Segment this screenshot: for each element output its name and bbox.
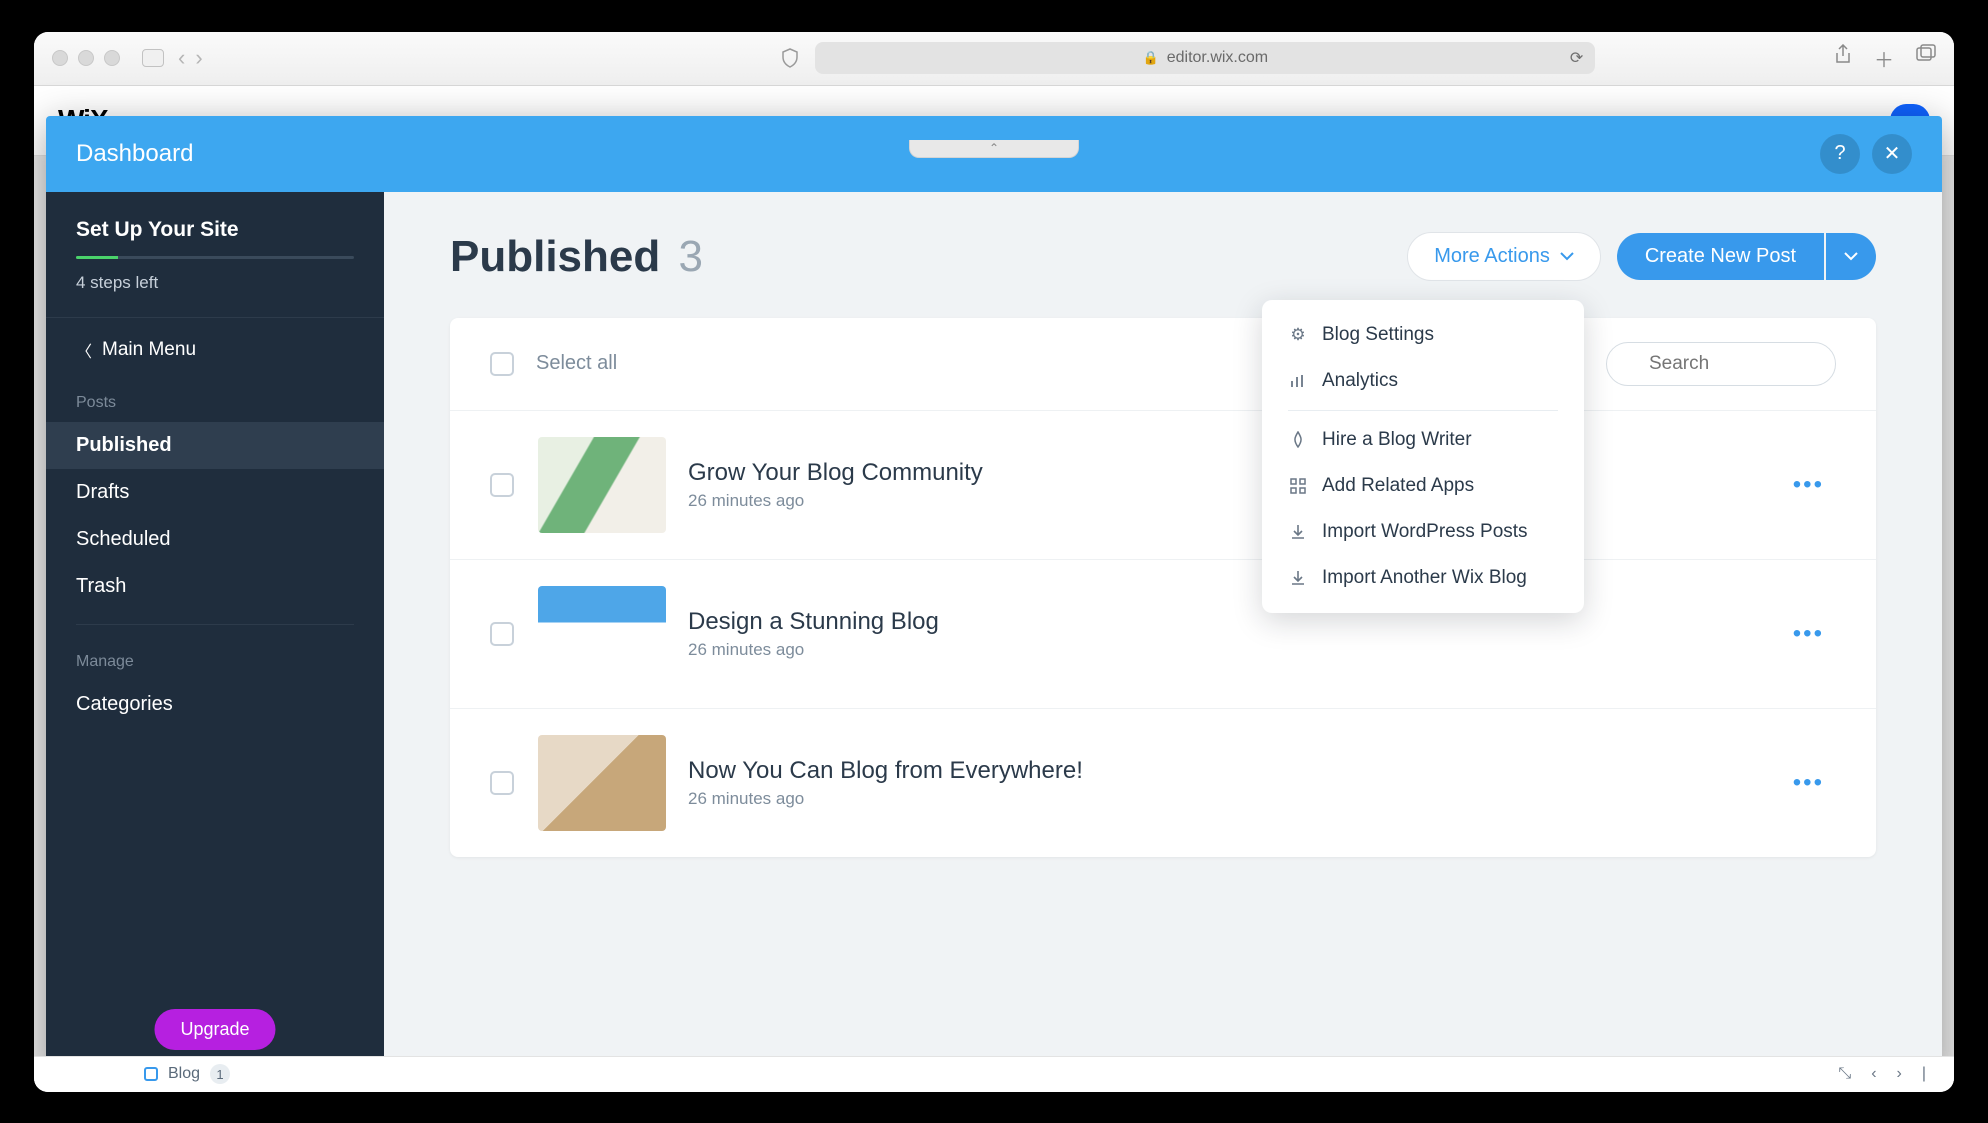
bg-badge: 1 [210,1064,230,1084]
pen-icon [1288,431,1308,448]
dashboard-title: Dashboard [76,140,193,168]
chevron-down-icon [1560,252,1574,261]
post-actions-icon[interactable]: ••• [1781,612,1836,656]
setup-title: Set Up Your Site [76,218,354,242]
download-icon [1288,570,1308,586]
select-all-checkbox[interactable] [490,352,514,376]
select-all-label: Select all [536,352,617,375]
sidebar-item-drafts[interactable]: Drafts [46,469,384,516]
more-actions-button[interactable]: More Actions [1407,232,1601,281]
sidebar-item-trash[interactable]: Trash [46,563,384,610]
post-row[interactable]: Now You Can Blog from Everywhere! 26 min… [450,709,1876,857]
dashboard-modal: Dashboard ? ✕ Set Up Your Site 4 steps l… [46,116,1942,1080]
apps-icon [1288,478,1308,494]
dd-analytics[interactable]: Analytics [1262,358,1584,404]
dd-blog-settings[interactable]: ⚙ Blog Settings [1262,312,1584,358]
browser-viewport: ⌃ WiX Dashboard ? ✕ Set Up Your Site [34,86,1954,1092]
dd-import-wix[interactable]: Import Another Wix Blog [1262,555,1584,601]
upgrade-button[interactable]: Upgrade [154,1009,275,1050]
dd-import-wordpress[interactable]: Import WordPress Posts [1262,509,1584,555]
close-button[interactable]: ✕ [1872,134,1912,174]
post-checkbox[interactable] [490,473,514,497]
post-thumbnail [538,437,666,533]
main-content: Published 3 More Actions Create New Post [384,192,1942,1080]
page-title: Published 3 [450,232,703,282]
help-button[interactable]: ? [1820,134,1860,174]
post-time: 26 minutes ago [688,640,939,660]
traffic-lights [52,50,120,66]
traffic-min[interactable] [78,50,94,66]
download-icon [1288,524,1308,540]
post-thumbnail [538,586,666,682]
post-checkbox[interactable] [490,622,514,646]
sidebar: Set Up Your Site 4 steps left 〈 Main Men… [46,192,384,1080]
setup-card[interactable]: Set Up Your Site 4 steps left [46,192,384,318]
bg-tool-icon[interactable]: | [1922,1065,1926,1083]
main-menu-label: Main Menu [102,339,196,361]
post-row[interactable]: Grow Your Blog Community 26 minutes ago … [450,411,1876,560]
mac-window: ‹ › 🔒 editor.wix.com ⟳ ＋ ⌃ WiX [34,32,1954,1092]
tabs-icon[interactable] [1916,44,1936,73]
sidebar-item-published[interactable]: Published [46,422,384,469]
traffic-close[interactable] [52,50,68,66]
dd-hire-writer[interactable]: Hire a Blog Writer [1262,417,1584,463]
post-checkbox[interactable] [490,771,514,795]
post-title: Now You Can Blog from Everywhere! [688,757,1083,785]
bg-tool-icon[interactable]: › [1897,1065,1902,1083]
sidebar-item-categories[interactable]: Categories [46,681,384,728]
post-title: Design a Stunning Blog [688,608,939,636]
bg-bottom-strip: Blog 1 ⤡ ‹ › | [34,1056,1954,1092]
post-row[interactable]: Design a Stunning Blog 26 minutes ago ••… [450,560,1876,709]
section-posts-label: Posts [46,380,384,422]
search-input[interactable] [1606,342,1836,386]
bg-tool-icon[interactable]: ⤡ [1838,1065,1851,1083]
collapse-tab[interactable]: ⌃ [909,140,1079,158]
reload-icon[interactable]: ⟳ [1570,48,1583,68]
post-actions-icon[interactable]: ••• [1781,463,1836,507]
post-time: 26 minutes ago [688,789,1083,809]
post-count: 3 [678,232,702,281]
dropdown-divider [1288,410,1558,411]
setup-steps-left: 4 steps left [76,273,354,293]
gear-icon: ⚙ [1288,325,1308,345]
dd-related-apps[interactable]: Add Related Apps [1262,463,1584,509]
page-head: Published 3 More Actions Create New Post [450,232,1876,282]
bg-tool-icon[interactable]: ‹ [1871,1065,1876,1083]
more-actions-dropdown: ⚙ Blog Settings Analytics [1262,300,1584,613]
sidebar-divider [76,624,354,625]
sidebar-item-scheduled[interactable]: Scheduled [46,516,384,563]
share-icon[interactable] [1834,44,1852,73]
nav-forward-icon[interactable]: › [195,45,202,71]
create-post-button[interactable]: Create New Post [1617,233,1824,280]
privacy-shield-icon[interactable] [781,48,799,68]
bg-checkbox-icon [144,1067,158,1081]
chevron-left-icon: 〈 [76,338,92,362]
post-time: 26 minutes ago [688,491,983,511]
mac-titlebar: ‹ › 🔒 editor.wix.com ⟳ ＋ [34,32,1954,86]
create-post-dropdown[interactable] [1826,233,1876,280]
url-text: editor.wix.com [1167,49,1268,67]
url-bar[interactable]: 🔒 editor.wix.com ⟳ [815,42,1595,74]
post-title: Grow Your Blog Community [688,459,983,487]
new-tab-icon[interactable]: ＋ [1874,44,1894,73]
bg-blog-label: Blog [168,1065,200,1083]
section-manage-label: Manage [46,639,384,681]
posts-card: Select all [450,318,1876,857]
post-actions-icon[interactable]: ••• [1781,761,1836,805]
nav-back-icon[interactable]: ‹ [178,45,185,71]
sidebar-toggle[interactable] [142,49,164,67]
setup-progress-bar [76,256,354,259]
post-thumbnail [538,735,666,831]
lock-icon: 🔒 [1143,50,1159,66]
main-menu-link[interactable]: 〈 Main Menu [46,318,384,380]
analytics-icon [1288,373,1308,389]
list-header: Select all [450,318,1876,411]
traffic-max[interactable] [104,50,120,66]
